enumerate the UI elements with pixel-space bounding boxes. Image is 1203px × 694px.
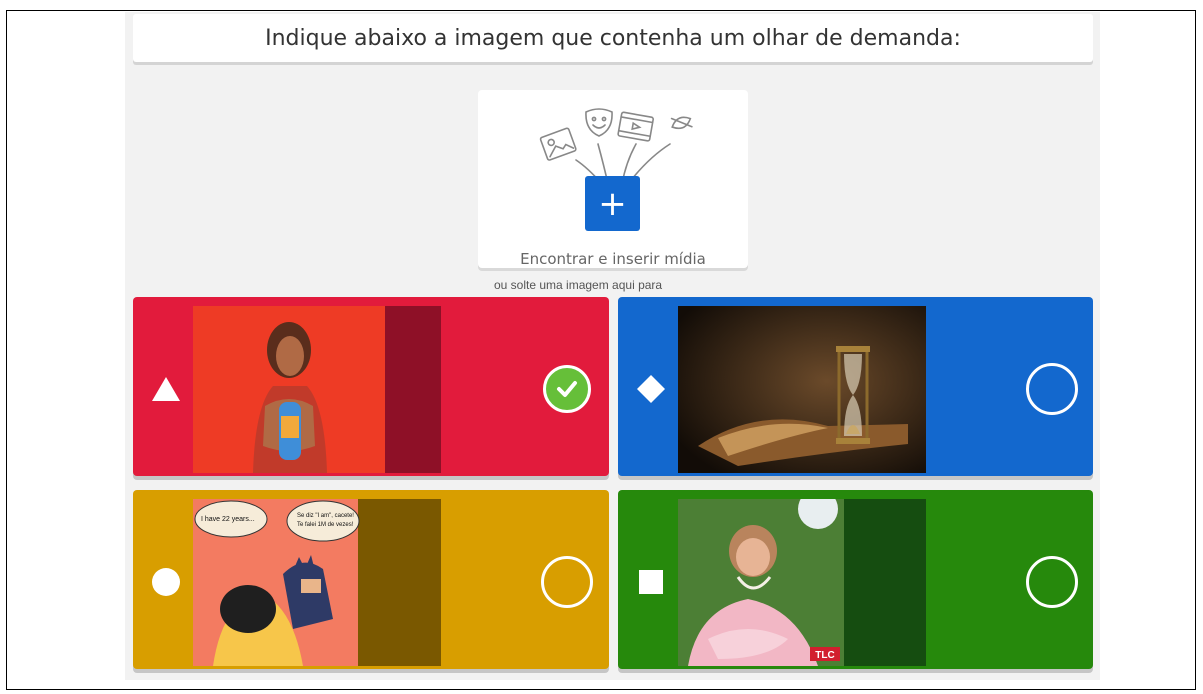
answer-select-circle[interactable] — [541, 556, 593, 608]
answer-select-circle[interactable] — [1026, 363, 1078, 415]
checkmark-icon — [557, 381, 577, 397]
circle-icon — [152, 568, 180, 596]
add-media-button[interactable]: + — [585, 176, 640, 231]
woman-holding-drink-photo — [193, 306, 441, 473]
answer-option-blue[interactable] — [618, 297, 1093, 476]
diamond-icon — [637, 375, 665, 403]
batman-slap-meme: I have 22 years... Se diz "I am", cacete… — [193, 499, 441, 666]
answer-option-green[interactable]: TLC — [618, 490, 1093, 669]
answer-option-red[interactable] — [133, 297, 609, 476]
square-icon — [639, 570, 663, 594]
meme-text-right-2: Te falei 1M de vezes! — [297, 522, 354, 528]
tlc-watermark: TLC — [815, 650, 834, 661]
meme-text-left: I have 22 years... — [201, 516, 255, 523]
media-types-illustration — [539, 108, 693, 185]
answer-select-circle[interactable] — [1026, 556, 1078, 608]
answer-option-yellow[interactable]: I have 22 years... Se diz "I am", cacete… — [133, 490, 609, 669]
correct-answer-checkmark[interactable] — [543, 365, 591, 413]
question-title[interactable]: Indique abaixo a imagem que contenha um … — [133, 14, 1093, 62]
upload-hint-line1: ou solte uma imagem aqui para — [494, 278, 663, 292]
media-upload-box[interactable]: + Encontrar e inserir mídia — [478, 90, 748, 268]
triangle-icon — [152, 377, 180, 401]
find-media-label[interactable]: Encontrar e inserir mídia — [478, 250, 748, 268]
hourglass-on-book-photo — [678, 306, 926, 473]
child-in-pink-dress-photo: TLC — [678, 499, 926, 666]
meme-text-right-1: Se diz "I am", cacete! — [297, 513, 354, 519]
